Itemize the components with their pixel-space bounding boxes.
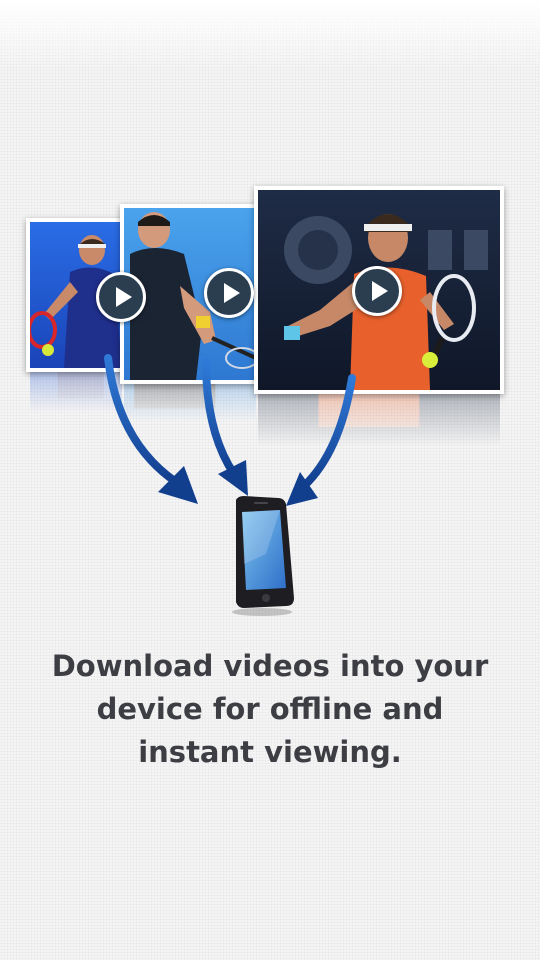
download-arrow-icon <box>104 354 198 504</box>
smartphone-icon <box>232 496 294 616</box>
download-arrow-icon <box>202 358 248 496</box>
onboarding-illustration <box>0 0 540 960</box>
download-arrows <box>104 354 356 506</box>
onboarding-message: Download videos into your device for off… <box>51 649 489 769</box>
download-arrow-icon <box>286 374 356 506</box>
